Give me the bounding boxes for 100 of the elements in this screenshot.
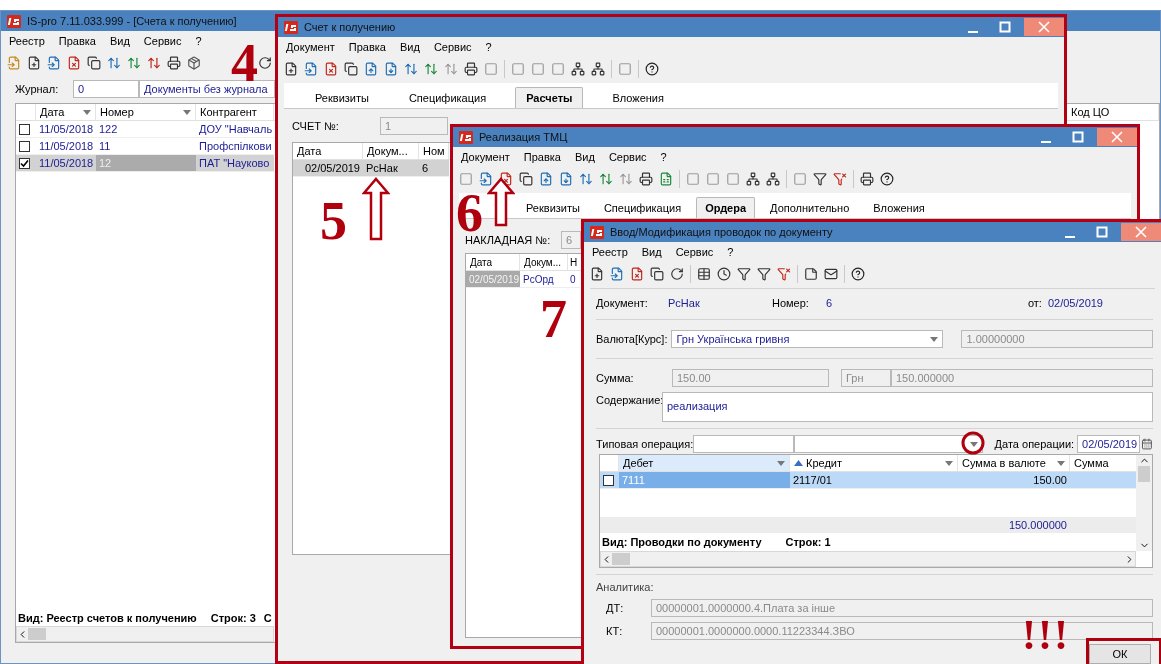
tab[interactable]: Вложения xyxy=(864,197,934,218)
table-row[interactable]: 7111 2117/01 150.00 xyxy=(600,472,1136,489)
clear-filter-icon[interactable] xyxy=(777,267,791,281)
history-icon[interactable] xyxy=(717,267,731,281)
mail-icon[interactable] xyxy=(824,267,838,281)
sort-up-icon[interactable] xyxy=(794,460,803,466)
horizontal-scrollbar[interactable] xyxy=(16,626,274,642)
post-entry-icon[interactable] xyxy=(107,56,121,70)
sort-caret-icon[interactable] xyxy=(1057,460,1065,466)
edit-document-icon[interactable] xyxy=(479,172,493,186)
tab[interactable]: Реквизиты xyxy=(517,197,589,218)
tab[interactable]: Спецификация xyxy=(594,197,691,218)
column-header[interactable]: Кредит xyxy=(806,457,842,469)
scrollbar-thumb[interactable] xyxy=(1138,466,1150,482)
operation-code-field[interactable] xyxy=(693,435,794,453)
new-document-icon[interactable] xyxy=(27,56,41,70)
ok-button[interactable]: ОК xyxy=(1089,644,1151,664)
column-header[interactable]: Сумма в валюте xyxy=(962,457,1046,469)
close-button[interactable] xyxy=(1121,223,1161,241)
menu-item[interactable]: Реестр xyxy=(592,246,628,258)
menu-item[interactable]: Вид xyxy=(574,151,595,163)
delete-document-icon[interactable] xyxy=(630,267,644,281)
copy-icon[interactable] xyxy=(87,56,101,70)
print-icon[interactable] xyxy=(167,56,181,70)
sort-caret-icon[interactable] xyxy=(945,460,953,466)
sort-caret-icon[interactable] xyxy=(969,441,978,447)
post-entry-icon[interactable] xyxy=(599,172,613,186)
checkbox[interactable] xyxy=(19,123,30,135)
menu-item[interactable]: ? xyxy=(660,151,667,163)
column-header[interactable]: Ном xyxy=(423,145,445,157)
menu-item[interactable]: Вид xyxy=(399,41,420,53)
copy-icon[interactable] xyxy=(519,172,533,186)
menu-item[interactable]: Сервис xyxy=(143,35,182,47)
table-row[interactable]: 11/05/2018 11 Профспілкови xyxy=(16,138,274,155)
post-entry-icon[interactable] xyxy=(579,172,593,186)
column-header[interactable]: Дебет xyxy=(623,457,654,469)
operation-dropdown[interactable] xyxy=(793,435,983,453)
sort-caret-icon[interactable] xyxy=(183,109,191,115)
vertical-scrollbar[interactable] xyxy=(1136,455,1152,551)
download-document-icon[interactable] xyxy=(559,172,573,186)
unpost-entry-icon[interactable] xyxy=(147,56,161,70)
column-header[interactable]: Контрагент xyxy=(200,106,257,118)
sort-caret-icon[interactable] xyxy=(777,460,785,466)
menu-item[interactable]: Документ xyxy=(286,41,335,53)
copy-icon[interactable] xyxy=(344,62,358,76)
horizontal-scrollbar[interactable] xyxy=(600,551,1136,567)
print-icon[interactable] xyxy=(860,172,874,186)
table-icon[interactable] xyxy=(697,267,711,281)
close-button[interactable] xyxy=(1097,128,1137,146)
scrollbar-thumb[interactable] xyxy=(28,628,46,640)
package-icon[interactable] xyxy=(187,56,201,70)
menu-item[interactable]: Вид xyxy=(641,246,662,258)
edit-document-icon[interactable] xyxy=(47,56,61,70)
checkbox[interactable] xyxy=(603,474,614,486)
menu-item[interactable]: Вид xyxy=(109,35,130,47)
menu-item[interactable]: ? xyxy=(727,246,734,258)
refresh-icon[interactable] xyxy=(258,56,272,70)
delete-document-icon[interactable] xyxy=(67,56,81,70)
menu-item[interactable]: Правка xyxy=(58,35,96,47)
tab[interactable]: Спецификация xyxy=(397,87,498,108)
operation-date-field[interactable]: 02/05/2019 xyxy=(1077,435,1141,453)
upload-document-icon[interactable] xyxy=(539,172,553,186)
edit-document-icon[interactable] xyxy=(304,62,318,76)
help-icon[interactable] xyxy=(851,267,865,281)
download-document-icon[interactable] xyxy=(384,62,398,76)
column-header[interactable]: Номер xyxy=(100,106,134,118)
help-icon[interactable] xyxy=(880,172,894,186)
edit-document-icon[interactable] xyxy=(610,267,624,281)
sort-caret-icon[interactable] xyxy=(83,109,91,115)
menu-item[interactable]: ? xyxy=(485,41,492,53)
table-row[interactable]: 02/05/2019 РсНак 6 xyxy=(293,160,449,177)
scrollbar-thumb[interactable] xyxy=(612,553,630,565)
tab[interactable]: Реквизиты xyxy=(304,87,380,108)
post-entry-icon[interactable] xyxy=(424,62,438,76)
new-document-icon[interactable] xyxy=(590,267,604,281)
filter-icon[interactable] xyxy=(813,172,827,186)
post-entry-icon[interactable] xyxy=(404,62,418,76)
hierarchy-icon[interactable] xyxy=(591,62,605,76)
column-header[interactable]: Н xyxy=(570,256,578,268)
table-row[interactable]: 11/05/2018 12 ПАТ "Науково xyxy=(16,155,274,172)
note-icon[interactable] xyxy=(804,267,818,281)
table-row[interactable]: 02/05/2019 РсОрд 0 xyxy=(466,271,580,288)
checkbox[interactable] xyxy=(19,140,30,152)
journal-code-field[interactable]: 0 xyxy=(73,80,139,98)
help-icon[interactable] xyxy=(645,62,659,76)
hierarchy-icon[interactable] xyxy=(766,172,780,186)
menu-item[interactable]: ? xyxy=(195,35,202,47)
menu-item[interactable]: Сервис xyxy=(608,151,647,163)
refresh-icon[interactable] xyxy=(670,267,684,281)
menu-item[interactable]: Правка xyxy=(523,151,561,163)
filter-icon[interactable] xyxy=(737,267,751,281)
clear-filter-icon[interactable] xyxy=(833,172,847,186)
column-header[interactable]: Докум... xyxy=(367,145,408,157)
content-field[interactable]: реализация xyxy=(662,392,1153,422)
filter-icon[interactable] xyxy=(757,267,771,281)
sort-caret-icon[interactable] xyxy=(930,336,939,342)
menu-item[interactable]: Сервис xyxy=(675,246,714,258)
post-entry-icon[interactable] xyxy=(127,56,141,70)
column-header[interactable]: Докум... xyxy=(524,256,562,268)
menu-item[interactable]: Реестр xyxy=(9,35,45,47)
